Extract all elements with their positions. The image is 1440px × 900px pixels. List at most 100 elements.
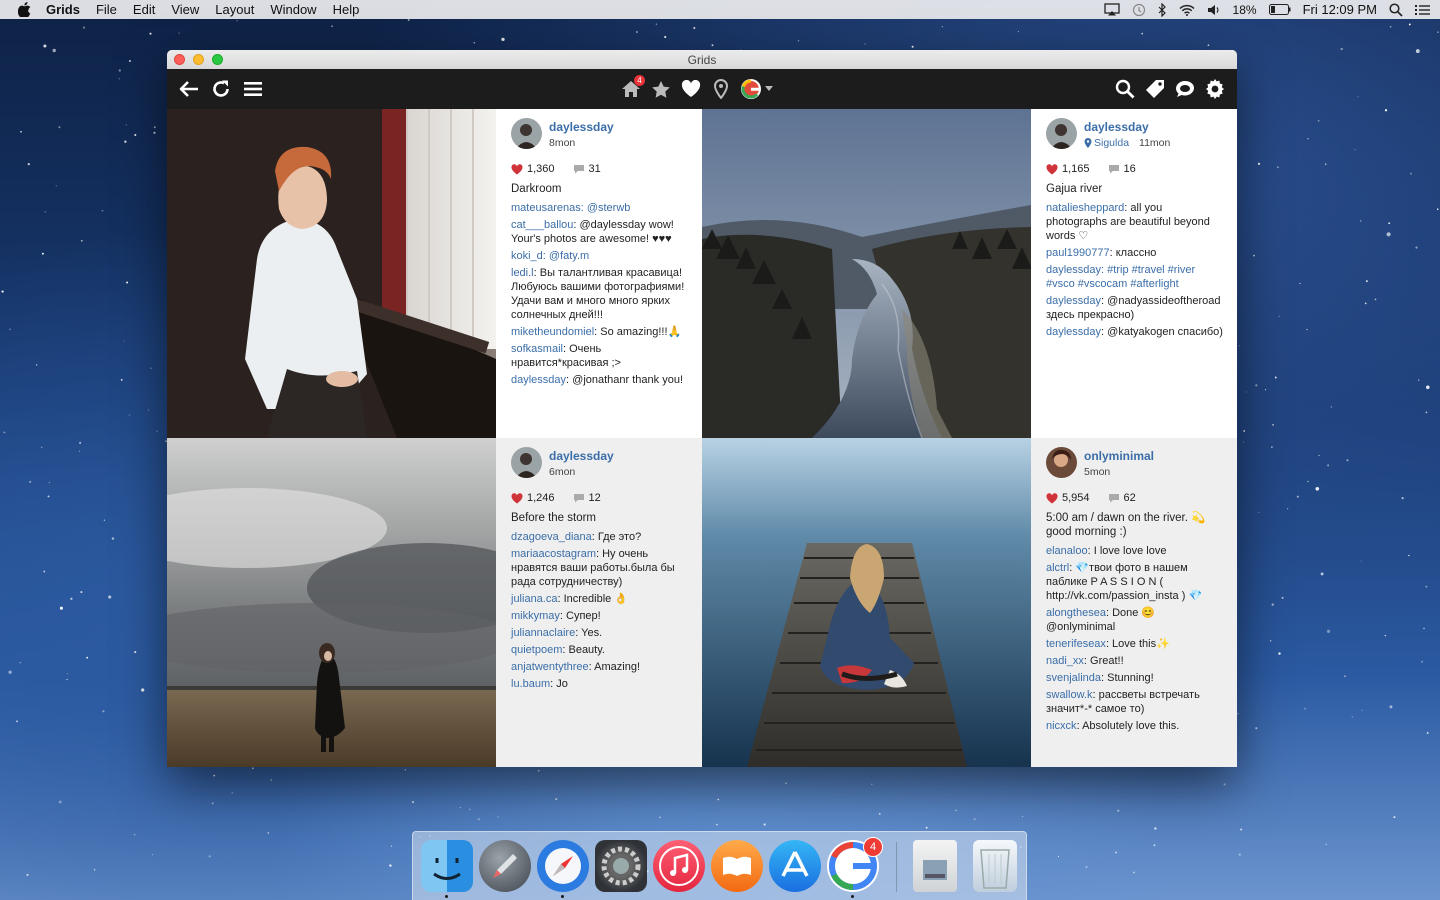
post-location[interactable]: Sigulda [1084, 135, 1129, 151]
comment-username[interactable]: alctrl [1046, 562, 1069, 574]
comment-username[interactable]: koki_d [511, 250, 543, 262]
post-username[interactable]: daylessday [549, 120, 614, 135]
post-username[interactable]: daylessday [1084, 120, 1170, 135]
safari-icon[interactable] [537, 840, 589, 892]
photo-before-the-storm[interactable] [167, 438, 496, 767]
photo-gajua-river[interactable] [702, 109, 1031, 438]
ibooks-icon[interactable] [711, 840, 763, 892]
bluetooth-icon[interactable] [1158, 2, 1167, 17]
comment-username[interactable]: sofkasmail [511, 343, 563, 355]
comment-username[interactable]: anjatwentythree [511, 661, 589, 673]
window-minimize-button[interactable] [193, 54, 204, 65]
photo-dawn-on-the-river[interactable] [702, 438, 1031, 767]
comment-username[interactable]: daylessday [1046, 295, 1101, 307]
battery-icon[interactable] [1268, 4, 1291, 15]
user-avatar[interactable] [1046, 118, 1077, 149]
comment-list: nataliesheppard: all you photographs are… [1046, 201, 1225, 339]
post-username[interactable]: onlyminimal [1084, 449, 1154, 464]
user-avatar[interactable] [1046, 447, 1077, 478]
refresh-button[interactable] [209, 77, 233, 101]
comment: elanaloo: I love love love [1046, 544, 1225, 558]
comment-icon[interactable] [1108, 493, 1120, 503]
time-machine-icon[interactable] [1132, 3, 1146, 17]
comment-username[interactable]: nicxck [1046, 720, 1077, 732]
photo-darkroom[interactable] [167, 109, 496, 438]
search-button[interactable] [1113, 77, 1137, 101]
comment: paul1990777: классно [1046, 246, 1225, 260]
post-username[interactable]: daylessday [549, 449, 614, 464]
comment-username[interactable]: paul1990777 [1046, 247, 1110, 259]
account-switcher[interactable] [739, 77, 773, 101]
comment-username[interactable]: juliannaclaire [511, 627, 575, 639]
system-preferences-icon[interactable] [595, 840, 647, 892]
comment: dzagoeva_diana: Где это? [511, 530, 690, 544]
feed-button[interactable]: 4 [619, 75, 645, 101]
comment-username[interactable]: daylessday [511, 374, 566, 386]
comment-icon[interactable] [1108, 164, 1120, 174]
heart-icon[interactable] [1046, 492, 1058, 504]
itunes-icon[interactable] [653, 840, 705, 892]
tags-button[interactable] [1143, 77, 1167, 101]
window-close-button[interactable] [174, 54, 185, 65]
comment-username[interactable]: swallow.k [1046, 689, 1092, 701]
wifi-icon[interactable] [1179, 4, 1195, 16]
comment-username[interactable]: tenerifeseax [1046, 638, 1106, 650]
battery-percent[interactable]: 18% [1233, 3, 1257, 17]
comment-username[interactable]: daylessday [1046, 264, 1101, 276]
trash-icon[interactable] [973, 840, 1017, 892]
comment-username[interactable]: juliana.ca [511, 593, 557, 605]
popular-button[interactable] [649, 77, 673, 101]
volume-icon[interactable] [1207, 4, 1221, 16]
preview-icon[interactable] [913, 840, 957, 892]
clock[interactable]: Fri 12:09 PM [1303, 2, 1377, 17]
comment-username[interactable]: svenjalinda [1046, 672, 1101, 684]
launchpad-icon[interactable] [479, 840, 531, 892]
comment-username[interactable]: mateusarenas [511, 202, 581, 214]
comment-username[interactable]: nadi_xx [1046, 655, 1084, 667]
menu-button[interactable] [241, 77, 265, 101]
user-avatar[interactable] [511, 118, 542, 149]
comment-username[interactable]: miketheundomiel [511, 326, 594, 338]
dock-badge: 4 [863, 837, 883, 857]
menu-help[interactable]: Help [333, 2, 360, 17]
location-button[interactable] [709, 77, 733, 101]
back-button[interactable] [177, 77, 201, 101]
app-store-icon[interactable] [769, 840, 821, 892]
comment-text: : @faty.m [542, 250, 590, 262]
heart-icon[interactable] [511, 163, 523, 175]
comment-username[interactable]: cat___ballou [511, 219, 573, 231]
comment-username[interactable]: mariaacostagram [511, 548, 596, 560]
comment-username[interactable]: quietpoem [511, 644, 562, 656]
finder-icon[interactable] [421, 840, 473, 892]
heart-icon[interactable] [1046, 163, 1058, 175]
title-bar[interactable]: Grids [167, 50, 1237, 69]
airplay-icon[interactable] [1103, 3, 1120, 16]
menu-window[interactable]: Window [270, 2, 316, 17]
notification-center-icon[interactable] [1415, 4, 1430, 16]
menu-file[interactable]: File [96, 2, 117, 17]
comment-username[interactable]: mikkymay [511, 610, 560, 622]
likes-button[interactable] [679, 77, 703, 101]
comment-icon[interactable] [573, 493, 585, 503]
comment-username[interactable]: nataliesheppard [1046, 202, 1124, 214]
comment-username[interactable]: elanaloo [1046, 545, 1088, 557]
comment-username[interactable]: lu.baum [511, 678, 550, 690]
comment-text: : классно [1109, 247, 1157, 259]
settings-button[interactable] [1203, 77, 1227, 101]
menu-edit[interactable]: Edit [133, 2, 155, 17]
comment-text: : Stunning! [1101, 672, 1154, 684]
user-avatar[interactable] [511, 447, 542, 478]
comment-username[interactable]: daylessday [1046, 326, 1101, 338]
menu-app-name[interactable]: Grids [46, 2, 80, 17]
menu-layout[interactable]: Layout [215, 2, 254, 17]
apple-menu-icon[interactable] [18, 2, 32, 17]
comment-icon[interactable] [573, 164, 585, 174]
heart-icon[interactable] [511, 492, 523, 504]
window-zoom-button[interactable] [212, 54, 223, 65]
comment-username[interactable]: ledi.l [511, 267, 534, 279]
spotlight-icon[interactable] [1389, 2, 1403, 17]
menu-view[interactable]: View [171, 2, 199, 17]
comment-username[interactable]: alongthesea [1046, 607, 1106, 619]
messages-button[interactable] [1173, 77, 1197, 101]
comment-username[interactable]: dzagoeva_diana [511, 531, 592, 543]
